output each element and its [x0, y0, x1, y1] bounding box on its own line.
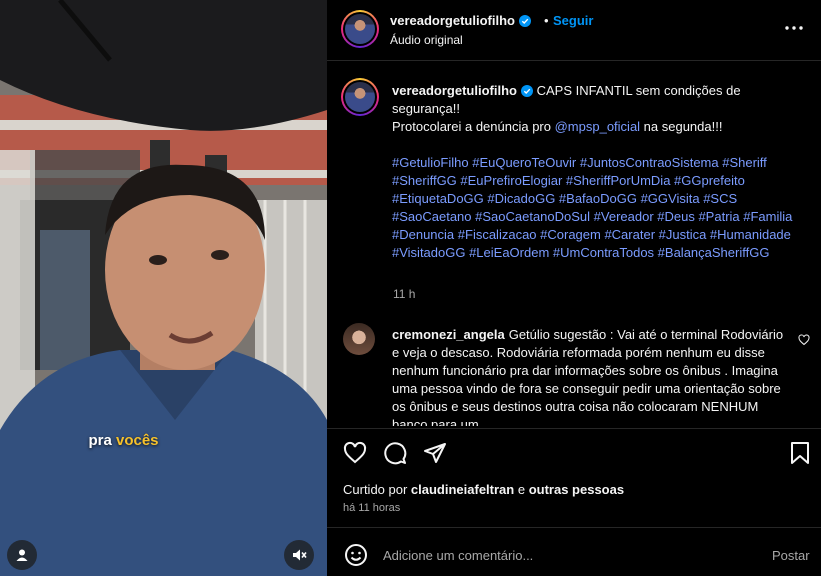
action-bar — [327, 440, 821, 466]
more-options-button[interactable] — [779, 16, 809, 40]
author-username[interactable]: vereadorgetuliofilho — [390, 13, 531, 28]
follow-button[interactable]: Seguir — [553, 13, 593, 28]
verified-badge-icon — [520, 85, 533, 97]
mention-link[interactable]: @mpsp_oficial — [555, 119, 640, 134]
more-options-icon — [785, 26, 803, 30]
bookmark-icon — [791, 442, 809, 464]
share-icon — [424, 443, 446, 463]
commenter-username[interactable]: cremonezi_angela — [392, 327, 505, 342]
composer-divider — [327, 527, 821, 528]
hashtag-list[interactable]: #GetulioFilho #EuQueroTeOuvir #JuntosCon… — [392, 154, 802, 262]
likes-prefix: Curtido por — [343, 482, 411, 497]
caption-line-2-start: Protocolarei a denúncia pro — [392, 119, 555, 134]
likes-summary: Curtido por claudineiafeltran e outras p… — [343, 482, 624, 497]
video-caption: pra vocês — [0, 432, 327, 449]
video-frame — [0, 0, 327, 576]
post-details-panel: vereadorgetuliofilho • Seguir Áudio orig… — [327, 0, 821, 576]
caption-author-avatar[interactable] — [341, 78, 379, 116]
save-button[interactable] — [787, 440, 813, 466]
comment-input[interactable] — [383, 544, 753, 566]
commenter-avatar[interactable] — [343, 323, 375, 355]
comment-button[interactable] — [382, 440, 408, 466]
header-divider — [327, 60, 821, 61]
verified-badge-icon — [518, 15, 531, 27]
caption-highlight: vocês — [115, 432, 159, 449]
emoji-button[interactable] — [343, 542, 369, 568]
post-comment-button[interactable]: Postar — [772, 548, 810, 563]
comment: cremonezi_angela Getúlio sugestão : Vai a… — [392, 326, 787, 426]
caption-line-2-end: na segunda!!! — [640, 119, 723, 134]
comment-icon — [384, 442, 407, 465]
reel-video[interactable]: pra vocês — [0, 0, 327, 576]
muted-speaker-icon — [293, 549, 307, 561]
post-caption: vereadorgetuliofilho CAPS INFANTIL sem c… — [392, 82, 802, 262]
heart-icon — [798, 334, 810, 346]
header-separator: • — [544, 13, 549, 28]
liked-by-user[interactable]: claudineiafeltran — [411, 482, 514, 497]
heart-icon — [343, 441, 367, 464]
share-button[interactable] — [422, 440, 448, 466]
emoji-icon — [345, 544, 367, 566]
user-icon — [16, 549, 28, 561]
caption-text: pra — [88, 432, 116, 449]
liked-by-others[interactable]: outras pessoas — [529, 482, 624, 497]
actions-divider — [327, 428, 821, 429]
like-button[interactable] — [342, 440, 368, 466]
caption-author-username[interactable]: vereadorgetuliofilho — [392, 83, 517, 98]
tagged-users-button[interactable] — [7, 540, 37, 570]
author-avatar[interactable] — [341, 10, 379, 48]
posted-time: há 11 horas — [343, 502, 401, 514]
likes-conjunction: e — [514, 482, 529, 497]
like-comment-button[interactable] — [798, 333, 810, 351]
post-timestamp: 11 h — [393, 287, 416, 301]
mute-toggle-button[interactable] — [284, 540, 314, 570]
audio-label[interactable]: Áudio original — [390, 33, 463, 47]
